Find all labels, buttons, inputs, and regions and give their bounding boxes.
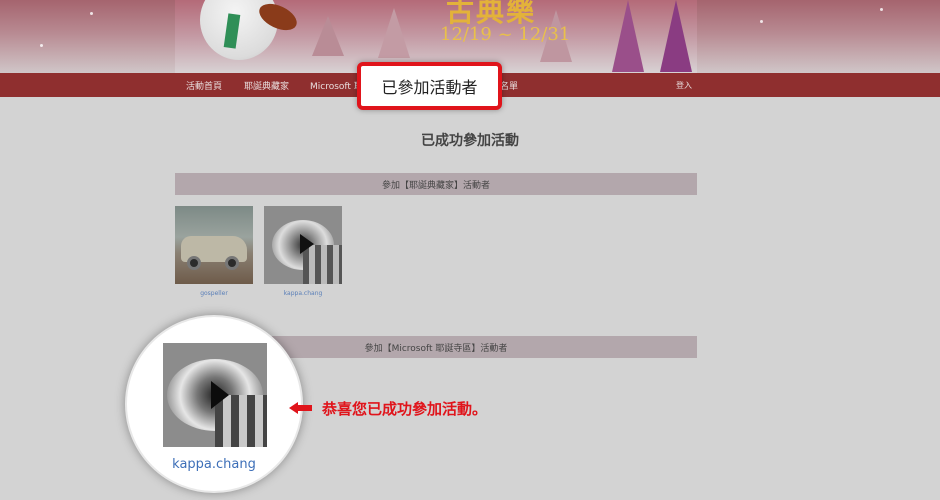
tree-decoration [312,16,344,56]
snowflake [40,44,43,47]
car-wheel [187,256,201,270]
play-icon [211,381,229,409]
car-wheel [225,256,239,270]
tree-decoration [378,8,410,58]
nav-item-collector[interactable]: 耶誕典藏家 [244,79,289,92]
login-link[interactable]: 登入 [676,80,692,91]
section-header-collector: 參加【耶誕典藏家】活動者 [175,173,697,195]
tree-decoration [660,0,692,72]
arrow-left-icon [289,402,313,414]
zoomed-participant-thumbnail[interactable] [163,343,267,447]
participant-name-link[interactable]: gospeller [175,290,253,297]
participants-tab-callout[interactable]: 已參加活動者 [357,62,502,110]
page-title: 已成功參加活動 [421,133,519,149]
nav-item-microsoft[interactable]: Microsoft 耶 [310,79,363,92]
snowflake [880,8,883,11]
banner-dates: 12/19 ~ 12/31 [440,24,571,45]
zoom-magnifier: kappa.chang [125,315,303,493]
participant-thumbnail-gospeller[interactable] [175,206,253,284]
play-icon [300,234,314,254]
participant-name-link[interactable]: kappa.chang [264,290,342,297]
tree-decoration [612,0,644,72]
arrow-shaft [297,405,312,411]
nav-item-home[interactable]: 活動首頁 [186,79,222,92]
snowflake [90,12,93,15]
participant-thumbnail-kappa[interactable] [264,206,342,284]
success-message: 恭喜您已成功參加活動。 [322,400,488,418]
nav-item-list[interactable]: 名單 [500,79,518,92]
snowflake [760,20,763,23]
zoomed-participant-name[interactable]: kappa.chang [127,457,301,472]
